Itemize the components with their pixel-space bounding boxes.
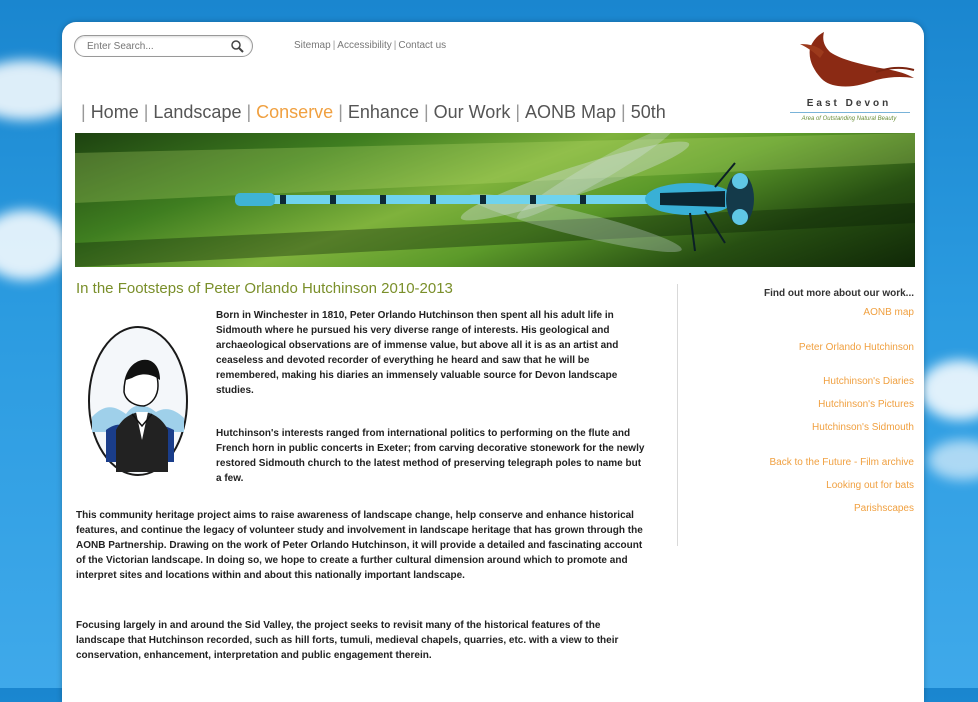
nav-home[interactable]: Home (91, 102, 139, 122)
interests-paragraph: Hutchinson's interests ranged from inter… (216, 428, 645, 484)
sitemap-link[interactable]: Sitemap (294, 40, 331, 51)
nav-landscape[interactable]: Landscape (153, 102, 241, 122)
cloud (928, 440, 978, 480)
east-devon-logo[interactable]: East Devon Area of Outstanding Natural B… (780, 30, 918, 122)
dragonfly-image (75, 133, 915, 267)
sidebar-link-hutchinsons-sidmouth[interactable]: Hutchinson's Sidmouth (812, 422, 914, 433)
banner-image (75, 133, 915, 267)
sidebar-link-peter-orlando-hutchinson[interactable]: Peter Orlando Hutchinson (799, 342, 914, 353)
sidebar-link-parishscapes[interactable]: Parishscapes (854, 503, 914, 514)
page-container: Sitemap|Accessibility|Contact us East De… (62, 22, 924, 702)
sidebar-heading: Find out more about our work... (764, 288, 914, 299)
separator: | (143, 102, 149, 122)
separator: | (515, 102, 521, 122)
search-box (74, 35, 253, 57)
search-icon[interactable] (230, 39, 244, 53)
nav-conserve[interactable]: Conserve (256, 102, 333, 122)
logo-subtitle: Area of Outstanding Natural Beauty (801, 116, 897, 122)
cloud (920, 360, 978, 420)
sidebar-link-aonb-map[interactable]: AONB map (863, 307, 914, 318)
sidebar-link-hutchinsons-diaries[interactable]: Hutchinson's Diaries (823, 376, 914, 387)
main-nav: | Home | Landscape | Conserve | Enhance | Our Wor… (76, 102, 666, 123)
logo-divider (790, 112, 910, 113)
separator: | (393, 40, 397, 51)
contact-us-link[interactable]: Contact us (398, 40, 446, 51)
separator: | (621, 102, 626, 122)
portrait-image (86, 322, 190, 480)
separator: | (81, 102, 86, 122)
sidebar-link-bats[interactable]: Looking out for bats (826, 480, 914, 491)
utility-links: Sitemap | Accessibility | Contact us (294, 40, 446, 51)
search-input[interactable] (85, 38, 229, 55)
separator: | (246, 102, 252, 122)
nav-our-work[interactable]: Our Work (434, 102, 511, 122)
separator: | (338, 102, 343, 122)
column-divider (677, 284, 678, 546)
bird-icon (800, 32, 915, 87)
logo-title: East Devon (806, 98, 892, 109)
nav-enhance[interactable]: Enhance (348, 102, 419, 122)
nav-50th[interactable]: 50th (631, 102, 666, 122)
page-title: In the Footsteps of Peter Orlando Hutchi… (76, 280, 453, 297)
intro-paragraph: Born in Winchester in 1810, Peter Orland… (216, 310, 619, 396)
sidebar-link-film-archive[interactable]: Back to the Future - Film archive (770, 457, 915, 468)
accessibility-link[interactable]: Accessibility (337, 40, 391, 51)
separator: | (332, 40, 336, 51)
focus-paragraph: Focusing largely in and around the Sid V… (76, 620, 619, 661)
separator: | (423, 102, 429, 122)
sidebar-link-hutchinsons-pictures[interactable]: Hutchinson's Pictures (818, 399, 914, 410)
nav-aonb-map[interactable]: AONB Map (525, 102, 616, 122)
cloud (0, 210, 70, 280)
project-paragraph: This community heritage project aims to … (76, 510, 643, 581)
